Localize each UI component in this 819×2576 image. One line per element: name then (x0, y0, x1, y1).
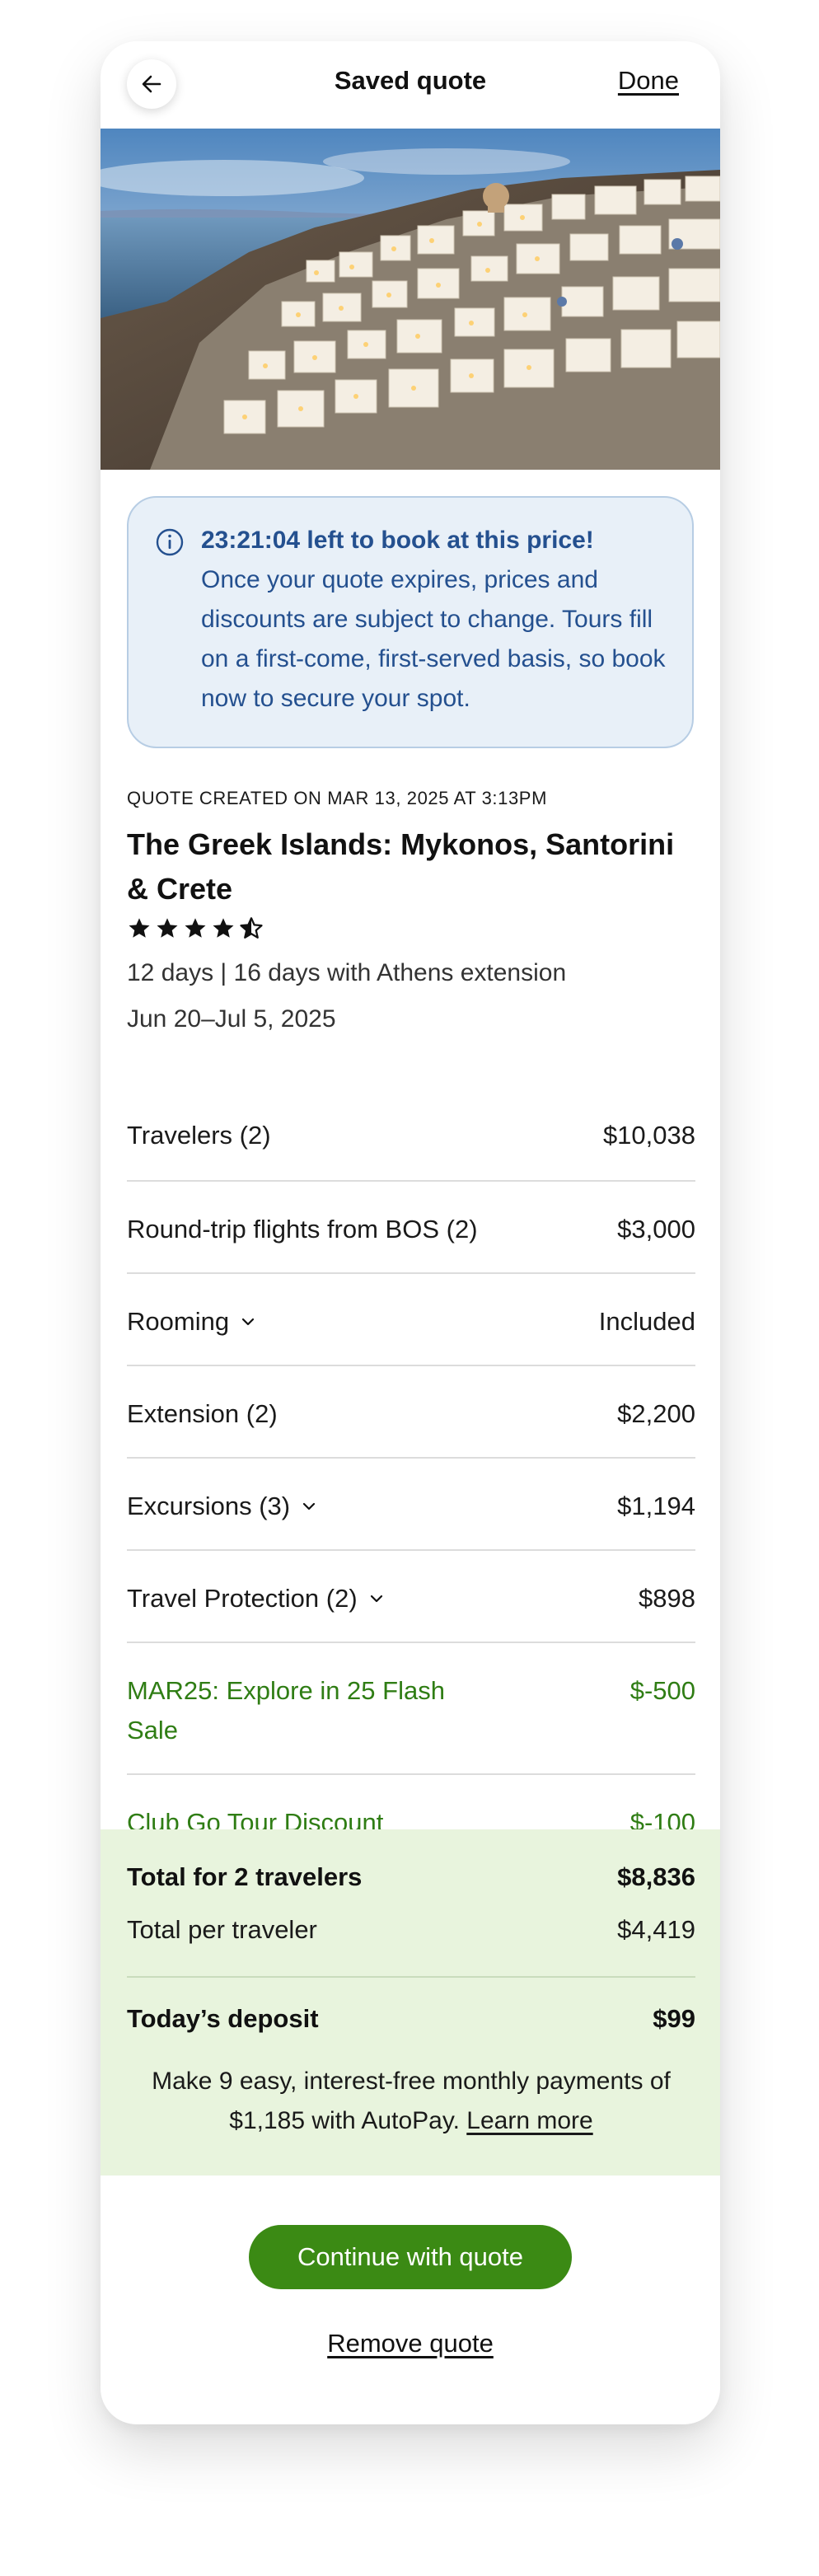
total-row: Total for 2 travelers $8,836 (127, 1862, 695, 1892)
trip-dates: Jun 20–Jul 5, 2025 (127, 1005, 336, 1033)
star-full-icon (129, 918, 150, 938)
line-item-label: Travelers (2) (127, 1121, 271, 1150)
star-rating (127, 916, 264, 941)
saved-quote-card: Saved quote Done 23:21:04 left to book a… (101, 41, 720, 2424)
countdown-text: 23:21:04 left to book at this price! (201, 527, 594, 554)
line-item-amount: $898 (639, 1584, 695, 1613)
chevron-down-icon[interactable] (239, 1313, 257, 1331)
line-item-amount: $1,194 (617, 1492, 695, 1520)
per-traveler-row: Total per traveler $4,419 (127, 1915, 695, 1945)
per-traveler-label: Total per traveler (127, 1915, 317, 1944)
chevron-down-icon[interactable] (300, 1497, 318, 1515)
info-icon (156, 528, 184, 556)
trip-title: The Greek Islands: Mykonos, Santorini & … (127, 827, 675, 906)
autopay-message: Make 9 easy, interest-free monthly payme… (127, 2062, 695, 2141)
line-item-label: Round-trip flights from BOS (2) (127, 1215, 478, 1244)
line-item-label: Excursions (3) (127, 1492, 291, 1520)
quote-created-date: QUOTE CREATED ON MAR 13, 2025 AT 3:13PM (127, 788, 547, 808)
trip-duration: 12 days | 16 days with Athens extension (127, 959, 567, 986)
line-item-label: MAR25: Explore in 25 Flash Sale (127, 1676, 445, 1745)
line-item-label: Travel Protection (2) (127, 1584, 358, 1613)
line-item-amount: Included (598, 1307, 695, 1336)
line-item-travel-protection[interactable]: Travel Protection (2) $898 (127, 1551, 695, 1643)
notice-body: Once your quote expires, prices and disc… (201, 566, 666, 712)
star-full-icon (185, 918, 206, 938)
price-breakdown: Travelers (2) $10,038 Round-trip flights… (127, 1089, 695, 1869)
star-full-icon (213, 918, 234, 938)
expiry-notice: 23:21:04 left to book at this price! Onc… (127, 496, 694, 748)
line-item-extension: Extension (2) $2,200 (127, 1366, 695, 1459)
line-item-amount: $3,000 (617, 1215, 695, 1244)
line-item-travelers: Travelers (2) $10,038 (127, 1089, 695, 1182)
remove-quote-link[interactable]: Remove quote (101, 2329, 720, 2358)
star-full-icon (157, 918, 178, 938)
line-item-flash-sale: MAR25: Explore in 25 Flash Sale $-500 (127, 1643, 695, 1775)
totals-panel: Total for 2 travelers $8,836 Total per t… (101, 1829, 720, 2176)
deposit-label: Today’s deposit (127, 2004, 319, 2033)
deposit-amount: $99 (653, 2004, 695, 2033)
total-label: Total for 2 travelers (127, 1862, 363, 1891)
done-button[interactable]: Done (618, 66, 679, 96)
line-item-flights: Round-trip flights from BOS (2) $3,000 (127, 1182, 695, 1274)
chevron-down-icon[interactable] (367, 1590, 386, 1608)
header: Saved quote Done (101, 41, 720, 129)
divider (127, 1976, 695, 1978)
line-item-rooming[interactable]: Rooming Included (127, 1274, 695, 1366)
line-item-label: Rooming (127, 1307, 230, 1336)
continue-with-quote-button[interactable]: Continue with quote (249, 2225, 572, 2289)
hero-image (101, 129, 720, 470)
deposit-row: Today’s deposit $99 (127, 2004, 695, 2034)
line-item-amount: $-500 (629, 1676, 695, 1705)
per-traveler-amount: $4,419 (617, 1915, 695, 1944)
line-item-excursions[interactable]: Excursions (3) $1,194 (127, 1459, 695, 1551)
learn-more-link[interactable]: Learn more (466, 2107, 592, 2134)
line-item-amount: $2,200 (617, 1399, 695, 1428)
line-item-label: Extension (2) (127, 1399, 278, 1428)
line-item-amount: $10,038 (602, 1121, 695, 1150)
total-amount: $8,836 (617, 1862, 695, 1891)
santorini-illustration (101, 129, 720, 470)
star-half-icon (240, 917, 263, 939)
